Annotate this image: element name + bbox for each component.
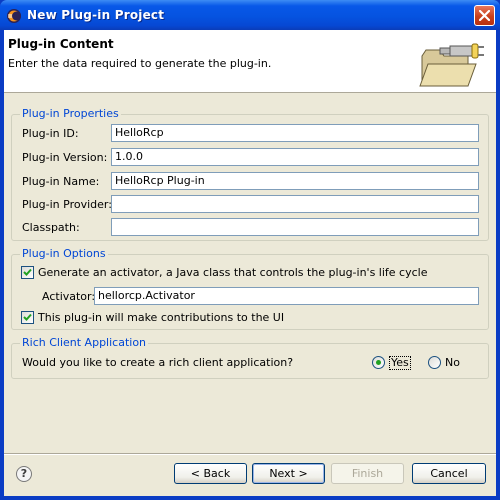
generate-activator-label[interactable]: Generate an activator, a Java class that… [38,266,427,279]
plugin-name-label: Plug-in Name: [22,175,100,188]
help-icon[interactable]: ? [16,466,32,482]
close-icon [479,10,490,21]
rich-client-question: Would you like to create a rich client a… [22,356,294,369]
folder-plugin-icon [419,43,484,87]
radio-selected-dot [376,360,381,365]
plugin-properties-title: Plug-in Properties [20,107,121,120]
activator-label: Activator: [42,290,96,303]
classpath-field[interactable] [111,218,479,236]
plugin-version-label: Plug-in Version: [22,151,108,164]
rich-client-no-radio[interactable] [428,356,441,369]
plugin-id-field[interactable]: HelloRcp [111,124,479,142]
eclipse-icon [7,9,21,23]
plugin-id-label: Plug-in ID: [22,127,79,140]
cancel-button[interactable]: Cancel [412,463,486,484]
plugin-version-field[interactable]: 1.0.0 [111,148,479,166]
activator-field[interactable]: hellorcp.Activator [94,287,479,305]
page-title: Plug-in Content [8,37,114,51]
finish-button[interactable]: Finish [331,463,404,484]
rich-client-title: Rich Client Application [20,336,149,349]
ui-contributions-label[interactable]: This plug-in will make contributions to … [38,311,284,324]
rich-client-no-label[interactable]: No [445,356,460,369]
window-title: New Plug-in Project [27,8,165,22]
checkmark-icon [23,313,32,321]
footer-separator [4,453,496,455]
rich-client-yes-radio[interactable] [372,356,385,369]
plugin-options-title: Plug-in Options [20,247,108,260]
plugin-provider-field[interactable] [111,195,479,213]
checkmark-icon [23,268,32,276]
plugin-name-field[interactable]: HelloRcp Plug-in [111,172,479,190]
next-button[interactable]: Next > [252,463,325,484]
page-description: Enter the data required to generate the … [8,57,272,70]
back-button[interactable]: < Back [174,463,247,484]
classpath-label: Classpath: [22,221,80,234]
generate-activator-checkbox[interactable] [21,266,34,279]
ui-contributions-checkbox[interactable] [21,311,34,324]
rich-client-yes-label[interactable]: Yes [389,356,411,370]
close-button[interactable] [474,5,495,26]
plugin-provider-label: Plug-in Provider: [22,198,112,211]
